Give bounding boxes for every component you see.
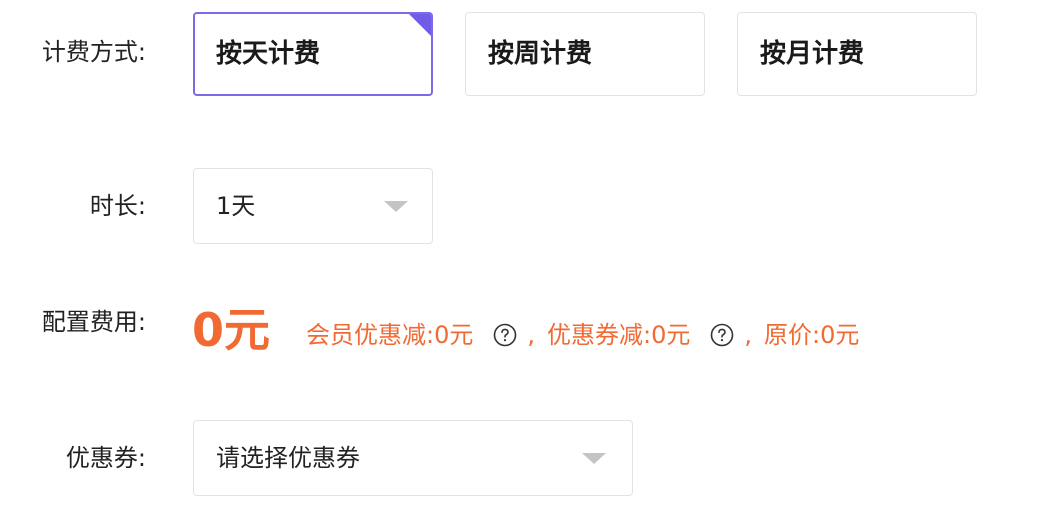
question-circle-icon[interactable] xyxy=(493,323,517,347)
question-circle-icon[interactable] xyxy=(710,323,734,347)
billing-method-label: 计费方式: xyxy=(41,38,146,66)
separator-comma: , xyxy=(744,321,752,349)
billing-option-monthly[interactable]: 按月计费 xyxy=(737,12,977,96)
coupon-discount-text: 优惠券减:0元 xyxy=(547,321,691,349)
config-fee-label: 配置费用: xyxy=(41,308,146,336)
coupon-label: 优惠券: xyxy=(65,444,146,472)
caret-down-icon xyxy=(582,453,606,464)
original-price-text: 原价:0元 xyxy=(764,321,860,349)
billing-option-daily-label: 按天计费 xyxy=(216,39,321,69)
billing-option-daily[interactable]: 按天计费 xyxy=(193,12,433,96)
price-breakdown: 会员优惠减:0元 , 优惠券减:0元 , 原价:0元 xyxy=(306,318,859,352)
corner-check-icon xyxy=(409,14,431,36)
separator-comma: , xyxy=(527,321,535,349)
coupon-select[interactable]: 请选择优惠券 xyxy=(193,420,633,496)
duration-value: 1天 xyxy=(216,192,256,220)
duration-label: 时长: xyxy=(89,192,146,220)
duration-select[interactable]: 1天 xyxy=(193,168,433,244)
billing-option-weekly-label: 按周计费 xyxy=(488,39,593,69)
member-discount-text: 会员优惠减:0元 xyxy=(306,321,474,349)
billing-option-weekly[interactable]: 按周计费 xyxy=(465,12,705,96)
config-fee-amount: 0元 xyxy=(192,303,271,357)
billing-option-monthly-label: 按月计费 xyxy=(760,39,865,69)
caret-down-icon xyxy=(384,201,408,212)
coupon-placeholder: 请选择优惠券 xyxy=(216,444,360,472)
